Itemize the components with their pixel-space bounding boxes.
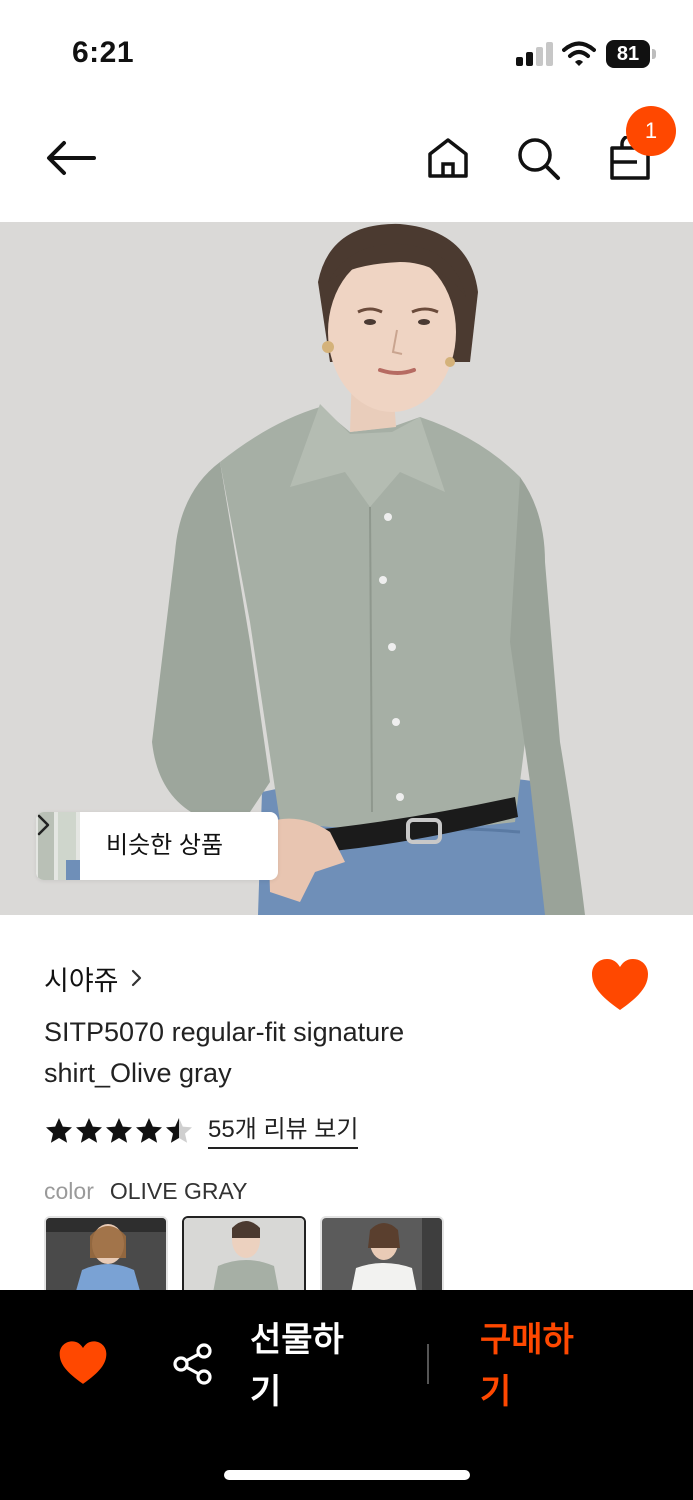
- swatch-image: [322, 1218, 442, 1294]
- wifi-icon: [562, 41, 596, 66]
- brand-link[interactable]: 시야쥬: [44, 958, 143, 998]
- color-swatch-white[interactable]: [320, 1216, 444, 1296]
- star-icon: [106, 1118, 132, 1143]
- swatch-image: [46, 1218, 166, 1294]
- bottom-action-bar: 선물하기 구매하기: [0, 1290, 693, 1500]
- heart-icon[interactable]: [58, 1340, 108, 1386]
- color-swatch-blue[interactable]: [44, 1216, 168, 1296]
- rating-row: 55개 리뷰 보기: [44, 1112, 359, 1150]
- color-label: color: [44, 1177, 94, 1204]
- rating-stars: [44, 1116, 194, 1146]
- swatch-image: [184, 1218, 304, 1294]
- chevron-right-icon: [131, 969, 141, 987]
- product-image[interactable]: 비슷한 상품: [0, 222, 693, 915]
- chevron-right-icon: [37, 814, 50, 836]
- battery-icon: 81: [606, 40, 656, 68]
- search-button[interactable]: [508, 128, 568, 188]
- color-value: OLIVE GRAY: [109, 1177, 248, 1204]
- similar-products-label: 비슷한 상품: [106, 832, 224, 859]
- star-icon: [76, 1118, 102, 1143]
- color-swatch-olive-gray[interactable]: [182, 1216, 306, 1296]
- star-icon: [166, 1118, 192, 1143]
- reviews-link[interactable]: 55개 리뷰 보기: [208, 1114, 359, 1149]
- cart-count-badge: 1: [626, 106, 676, 156]
- share-icon[interactable]: [172, 1342, 214, 1386]
- status-bar: 6:21 81: [0, 0, 693, 100]
- color-row: color OLIVE GRAY: [44, 1174, 247, 1208]
- top-nav-bar: 1: [0, 100, 693, 222]
- back-arrow-icon: [47, 141, 96, 175]
- product-title: SITP5070 regular-fit signature shirt_Oli…: [44, 1017, 405, 1088]
- battery-level: 81: [606, 40, 650, 68]
- cellular-signal-icon: [516, 42, 554, 66]
- star-icon: [136, 1118, 162, 1143]
- status-time: 6:21: [72, 36, 135, 69]
- search-icon: [518, 138, 560, 180]
- back-button[interactable]: [38, 128, 102, 188]
- similar-products-button[interactable]: 비슷한 상품: [36, 812, 278, 880]
- buy-button[interactable]: 구매하기: [480, 1314, 600, 1418]
- home-indicator[interactable]: [224, 1470, 470, 1480]
- home-button[interactable]: [418, 128, 478, 188]
- star-icon: [46, 1118, 72, 1143]
- home-icon: [428, 138, 468, 178]
- divider: [427, 1344, 429, 1384]
- heart-icon[interactable]: [590, 958, 650, 1012]
- gift-button[interactable]: 선물하기: [250, 1314, 370, 1418]
- brand-name: 시야쥬: [44, 965, 119, 996]
